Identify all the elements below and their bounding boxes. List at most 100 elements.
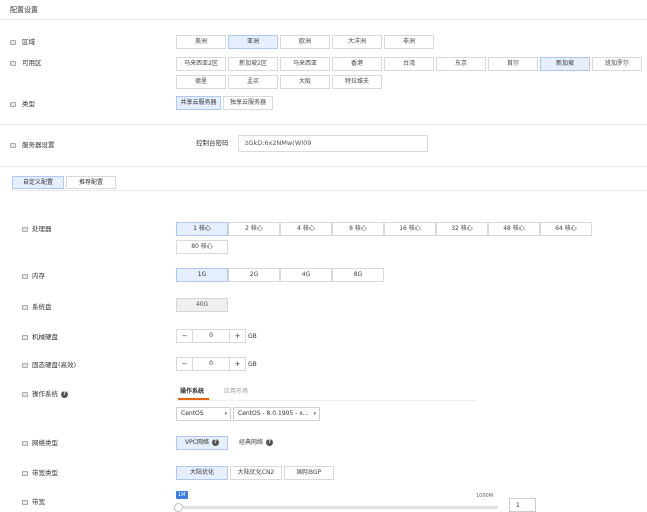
network-vpc-option[interactable]: VPC网络? [176, 436, 228, 450]
section-divider-1 [0, 124, 647, 125]
cpu-option-0[interactable]: 1 核心 [176, 222, 228, 236]
zone-icon [10, 61, 16, 66]
server-settings-icon [10, 143, 16, 148]
page-title: 配置设置 [10, 6, 38, 14]
type-option-0[interactable]: 共享云服务器 [176, 96, 221, 110]
section-divider-2 [0, 166, 647, 167]
os-label-wrap: 操作系统? [32, 390, 68, 398]
cpu-option-6[interactable]: 48 核心 [488, 222, 540, 236]
zone-option-6[interactable]: 首尔 [488, 57, 538, 71]
zone-option-4[interactable]: 台湾 [384, 57, 434, 71]
os-select-value: CentOS [181, 410, 204, 417]
config-panel [12, 190, 647, 511]
hdd-unit: GB [248, 333, 257, 340]
ssd-plus-button[interactable]: + [229, 357, 246, 371]
cpu-option-5[interactable]: 32 核心 [436, 222, 488, 236]
zone-option-1[interactable]: 新加坡2区 [228, 57, 278, 71]
type-option-1[interactable]: 独享云服务器 [223, 96, 273, 110]
bandwidth-type-option-0[interactable]: 大陆优化 [176, 466, 228, 480]
cpu-option-2[interactable]: 4 核心 [280, 222, 332, 236]
console-password-value: zGkD:6x2NMw(Wl09 [245, 139, 312, 147]
zone-option-8[interactable]: 班加罗尔 [592, 57, 642, 71]
ssd-value-input[interactable]: 0 [192, 357, 230, 371]
memory-option-2[interactable]: 4G [280, 268, 332, 282]
network-vpc-label: VPC网络 [185, 439, 209, 446]
ssd-icon [22, 363, 28, 368]
network-type-label: 网络类型 [32, 439, 58, 447]
bandwidth-type-label: 带宽类型 [32, 469, 58, 477]
os-select-caret-icon: ▾ [224, 411, 227, 417]
cpu-option-3[interactable]: 8 核心 [332, 222, 384, 236]
cpu-option-8[interactable]: 80 核心 [176, 240, 228, 254]
hdd-label: 机械硬盘 [32, 333, 58, 341]
tab-app-market[interactable]: 应用市场 [224, 388, 248, 396]
os-select[interactable]: CentOS ▾ [176, 407, 231, 421]
region-option-2[interactable]: 欧洲 [280, 35, 330, 49]
os-version-select[interactable]: CentOS - 8.0.1905 - x... ▾ [233, 407, 320, 421]
ssd-label: 固态硬盘(高效) [32, 361, 77, 369]
bandwidth-icon [22, 500, 28, 505]
ssd-minus-button[interactable]: − [176, 357, 193, 371]
bandwidth-type-option-2[interactable]: 国际BGP [284, 466, 334, 480]
memory-label: 内存 [32, 272, 45, 280]
zone-option-12[interactable]: 特拉维夫 [332, 75, 382, 89]
system-disk-icon [22, 305, 28, 310]
zone-option-10[interactable]: 孟买 [228, 75, 278, 89]
network-type-icon [22, 441, 28, 446]
zone-option-2[interactable]: 马来西亚 [280, 57, 330, 71]
type-icon [10, 102, 16, 107]
header-divider [0, 19, 647, 20]
memory-option-0[interactable]: 1G [176, 268, 228, 282]
console-password-label: 控制台密码 [196, 139, 229, 147]
region-option-3[interactable]: 大洋洲 [332, 35, 382, 49]
type-label: 类型 [22, 100, 35, 108]
bandwidth-type-option-1[interactable]: 大陆优化CN2 [230, 466, 282, 480]
region-option-0[interactable]: 美洲 [176, 35, 226, 49]
network-classic-help-icon[interactable]: ? [266, 439, 273, 446]
bandwidth-input-value: 1 [516, 502, 520, 509]
hdd-plus-button[interactable]: + [229, 329, 246, 343]
tab-operating-system[interactable]: 操作系统 [180, 388, 204, 396]
zone-option-0[interactable]: 马来西亚2区 [176, 57, 226, 71]
region-label: 区域 [22, 38, 35, 46]
bandwidth-min-badge: 1M [176, 491, 188, 499]
zone-label: 可用区 [22, 59, 42, 67]
bandwidth-type-icon [22, 471, 28, 476]
cpu-label: 处理器 [32, 225, 52, 233]
tab-recommended-config[interactable]: 推荐配置 [66, 176, 116, 189]
os-help-icon[interactable]: ? [61, 390, 68, 398]
hdd-value-input[interactable]: 0 [192, 329, 230, 343]
system-disk-label: 系统盘 [32, 303, 52, 311]
os-version-value: CentOS - 8.0.1905 - x... [238, 410, 309, 417]
memory-option-3[interactable]: 8G [332, 268, 384, 282]
os-icon [22, 392, 28, 397]
zone-option-5[interactable]: 东京 [436, 57, 486, 71]
cpu-icon [22, 227, 28, 232]
bandwidth-slider-track[interactable] [178, 506, 498, 509]
region-option-4[interactable]: 非洲 [384, 35, 434, 49]
region-option-1[interactable]: 亚洲 [228, 35, 278, 49]
server-settings-label: 服务器设置 [22, 141, 55, 149]
zone-option-7[interactable]: 新加坡 [540, 57, 590, 71]
cpu-option-7[interactable]: 64 核心 [540, 222, 592, 236]
bandwidth-max-label: 1000M [476, 493, 494, 499]
tab-custom-config[interactable]: 自定义配置 [12, 176, 64, 189]
console-password-field[interactable]: zGkD:6x2NMw(Wl09 [238, 135, 428, 152]
hdd-icon [22, 335, 28, 340]
os-tabs-divider [176, 400, 476, 401]
os-version-caret-icon: ▾ [313, 411, 316, 417]
network-vpc-help-icon[interactable]: ? [211, 439, 219, 446]
memory-option-1[interactable]: 2G [228, 268, 280, 282]
bandwidth-input[interactable]: 1 [509, 498, 536, 512]
zone-option-9[interactable]: 德里 [176, 75, 226, 89]
network-classic-option[interactable]: 经典网络? [230, 436, 282, 450]
cpu-option-4[interactable]: 16 核心 [384, 222, 436, 236]
zone-option-11[interactable]: 大阪 [280, 75, 330, 89]
bandwidth-label: 带宽 [32, 498, 45, 506]
os-label: 操作系统 [32, 390, 58, 398]
hdd-minus-button[interactable]: − [176, 329, 193, 343]
cpu-option-1[interactable]: 2 核心 [228, 222, 280, 236]
system-disk-value: 40G [176, 298, 228, 312]
zone-option-3[interactable]: 香港 [332, 57, 382, 71]
network-classic-label: 经典网络 [238, 439, 263, 446]
